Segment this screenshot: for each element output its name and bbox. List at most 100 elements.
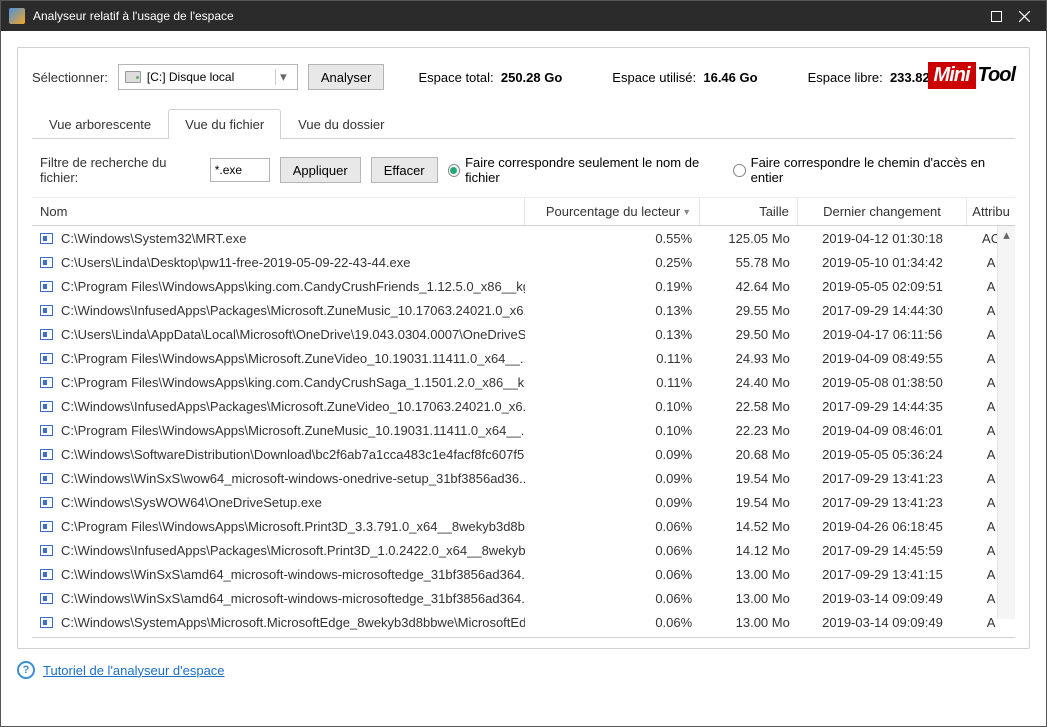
cell-percent: 0.11% [525, 346, 700, 370]
file-icon [40, 473, 53, 484]
cell-size: 24.93 Mo [700, 346, 798, 370]
tutorial-link[interactable]: Tutoriel de l'analyseur d'espace [43, 663, 225, 678]
drive-selector[interactable]: [C:] Disque local ▾ [118, 64, 298, 90]
table-row[interactable]: C:\Windows\InfusedApps\Packages\Microsof… [32, 394, 1015, 418]
cell-percent: 0.09% [525, 442, 700, 466]
table-row[interactable]: C:\Windows\WinSxS\amd64_microsoft-window… [32, 562, 1015, 586]
footer: ? Tutoriel de l'analyseur d'espace [1, 649, 1046, 691]
file-icon [40, 305, 53, 316]
cell-date: 2019-04-12 01:30:18 [798, 226, 967, 250]
main-panel: MiniTool Sélectionner: [C:] Disque local… [17, 47, 1030, 649]
cell-size: 13.00 Mo [700, 562, 798, 586]
table-row[interactable]: C:\Windows\System32\MRT.exe0.55%125.05 M… [32, 226, 1015, 250]
table-row[interactable]: C:\Windows\InfusedApps\Packages\Microsof… [32, 538, 1015, 562]
maximize-button[interactable] [982, 2, 1010, 30]
radio-match-path[interactable]: Faire correspondre le chemin d'accès en … [733, 155, 1007, 185]
apply-button[interactable]: Appliquer [280, 157, 361, 183]
col-attr[interactable]: Attribu [967, 198, 1015, 225]
table-row[interactable]: C:\Program Files\WindowsApps\Microsoft.Z… [32, 346, 1015, 370]
col-size[interactable]: Taille [700, 198, 798, 225]
cell-size: 14.12 Mo [700, 538, 798, 562]
clear-button[interactable]: Effacer [371, 157, 438, 183]
file-icon [40, 569, 53, 580]
cell-date: 2019-04-09 08:49:55 [798, 346, 967, 370]
stat-total: Espace total: 250.28 Go [418, 70, 562, 85]
cell-date: 2019-05-10 01:34:42 [798, 250, 967, 274]
minitool-logo: MiniTool [928, 62, 1015, 89]
col-name[interactable]: Nom [32, 198, 525, 225]
cell-percent: 0.05% [525, 634, 700, 638]
table-row[interactable]: C:\Windows\SysWOW64\OneDriveSetup.exe 0.0… [32, 490, 1015, 514]
file-table: Nom Pourcentage du lecteur▼ Taille Derni… [32, 198, 1015, 638]
filter-input[interactable] [210, 158, 270, 182]
cell-percent: 0.06% [525, 586, 700, 610]
drive-text: [C:] Disque local [147, 70, 271, 84]
table-row[interactable]: C:\Program Files\WindowsApps\Microsoft.P… [32, 514, 1015, 538]
cell-percent: 0.13% [525, 322, 700, 346]
close-button[interactable] [1010, 2, 1038, 30]
cell-date: 2019-05-05 02:09:51 [798, 274, 967, 298]
file-path: C:\Program Files\WindowsApps\Microsoft.Z… [61, 351, 525, 366]
table-row[interactable]: C:\Windows\SystemApps\Microsoft.Microsof… [32, 610, 1015, 634]
cell-size: 22.23 Mo [700, 418, 798, 442]
cell-size: 19.54 Mo [700, 466, 798, 490]
analyze-button[interactable]: Analyser [308, 64, 385, 90]
cell-date: 2019-05-08 01:38:50 [798, 370, 967, 394]
file-icon [40, 617, 53, 628]
file-path: C:\Windows\SysWOW64\OneDriveSetup.exe [61, 495, 322, 510]
cell-size: 20.68 Mo [700, 442, 798, 466]
cell-size: 42.64 Mo [700, 274, 798, 298]
stat-used: Espace utilisé: 16.46 Go [612, 70, 757, 85]
file-icon [40, 377, 53, 388]
cell-percent: 0.09% [525, 490, 700, 514]
table-row[interactable]: C:\Windows\InfusedApps\Packages\Microsof… [32, 298, 1015, 322]
cell-percent: 0.25% [525, 250, 700, 274]
tab-folder[interactable]: Vue du dossier [281, 109, 401, 139]
chevron-down-icon: ▾ [275, 69, 291, 85]
table-row[interactable]: C:\Windows\WinSxS\amd64_microsoft-window… [32, 586, 1015, 610]
file-path: C:\Windows\System32\MRT.exe [61, 231, 246, 246]
table-header: Nom Pourcentage du lecteur▼ Taille Derni… [32, 198, 1015, 226]
select-label: Sélectionner: [32, 70, 108, 85]
table-row[interactable]: C:\Windows\WinSxS\wow64_microsoft-window… [32, 466, 1015, 490]
cell-date: 2017-09-29 14:41:13 [798, 634, 967, 638]
table-row[interactable]: C:\Program Files\WindowsApps\king.com.Ca… [32, 370, 1015, 394]
table-row[interactable]: C:\Program Files\WindowsApps\Microsoft.Z… [32, 418, 1015, 442]
cell-size: 14.52 Mo [700, 514, 798, 538]
cell-percent: 0.10% [525, 394, 700, 418]
cell-percent: 0.11% [525, 370, 700, 394]
table-row[interactable]: C:\Users\Linda\AppData\Local\Microsoft\O… [32, 322, 1015, 346]
file-path: C:\Windows\InfusedApps\Packages\Microsof… [61, 399, 525, 414]
cell-date: 2017-09-29 14:44:30 [798, 298, 967, 322]
col-percent[interactable]: Pourcentage du lecteur▼ [525, 198, 700, 225]
file-path: C:\Windows\WinSxS\amd64_microsoft-window… [61, 591, 525, 606]
tab-tree[interactable]: Vue arborescente [32, 109, 168, 139]
cell-size: 19.54 Mo [700, 490, 798, 514]
cell-size: 13.00 Mo [700, 586, 798, 610]
cell-size: 24.40 Mo [700, 370, 798, 394]
file-path: C:\Windows\InfusedApps\Packages\Microsof… [61, 303, 525, 318]
file-path: C:\Program Files\WindowsApps\king.com.Ca… [61, 375, 525, 390]
cell-percent: 0.09% [525, 466, 700, 490]
cell-date: 2019-04-26 06:18:45 [798, 514, 967, 538]
cell-size: 11.81 Mo [700, 634, 798, 638]
title-bar: Analyseur relatif à l'usage de l'espace [1, 1, 1046, 31]
cell-percent: 0.06% [525, 514, 700, 538]
app-icon [9, 8, 25, 24]
scroll-up-icon[interactable]: ▴ [998, 226, 1015, 244]
file-icon [40, 449, 53, 460]
vertical-scrollbar[interactable]: ▴ [997, 226, 1015, 619]
tab-file[interactable]: Vue du fichier [168, 109, 281, 139]
col-date[interactable]: Dernier changement [798, 198, 967, 225]
file-icon [40, 497, 53, 508]
cell-date: 2017-09-29 13:41:23 [798, 466, 967, 490]
cell-size: 125.05 Mo [700, 226, 798, 250]
table-row[interactable]: C:\Windows\WinSxS\amd64_microsoft-window… [32, 634, 1015, 638]
table-row[interactable]: C:\Windows\SoftwareDistribution\Download… [32, 442, 1015, 466]
file-path: C:\Windows\WinSxS\amd64_microsoft-window… [61, 567, 525, 582]
table-row[interactable]: C:\Program Files\WindowsApps\king.com.Ca… [32, 274, 1015, 298]
radio-match-name[interactable]: Faire correspondre seulement le nom de f… [448, 155, 724, 185]
cell-size: 22.58 Mo [700, 394, 798, 418]
tabs: Vue arborescente Vue du fichier Vue du d… [32, 108, 1015, 139]
table-row[interactable]: C:\Users\Linda\Desktop\pw11-free-2019-05… [32, 250, 1015, 274]
